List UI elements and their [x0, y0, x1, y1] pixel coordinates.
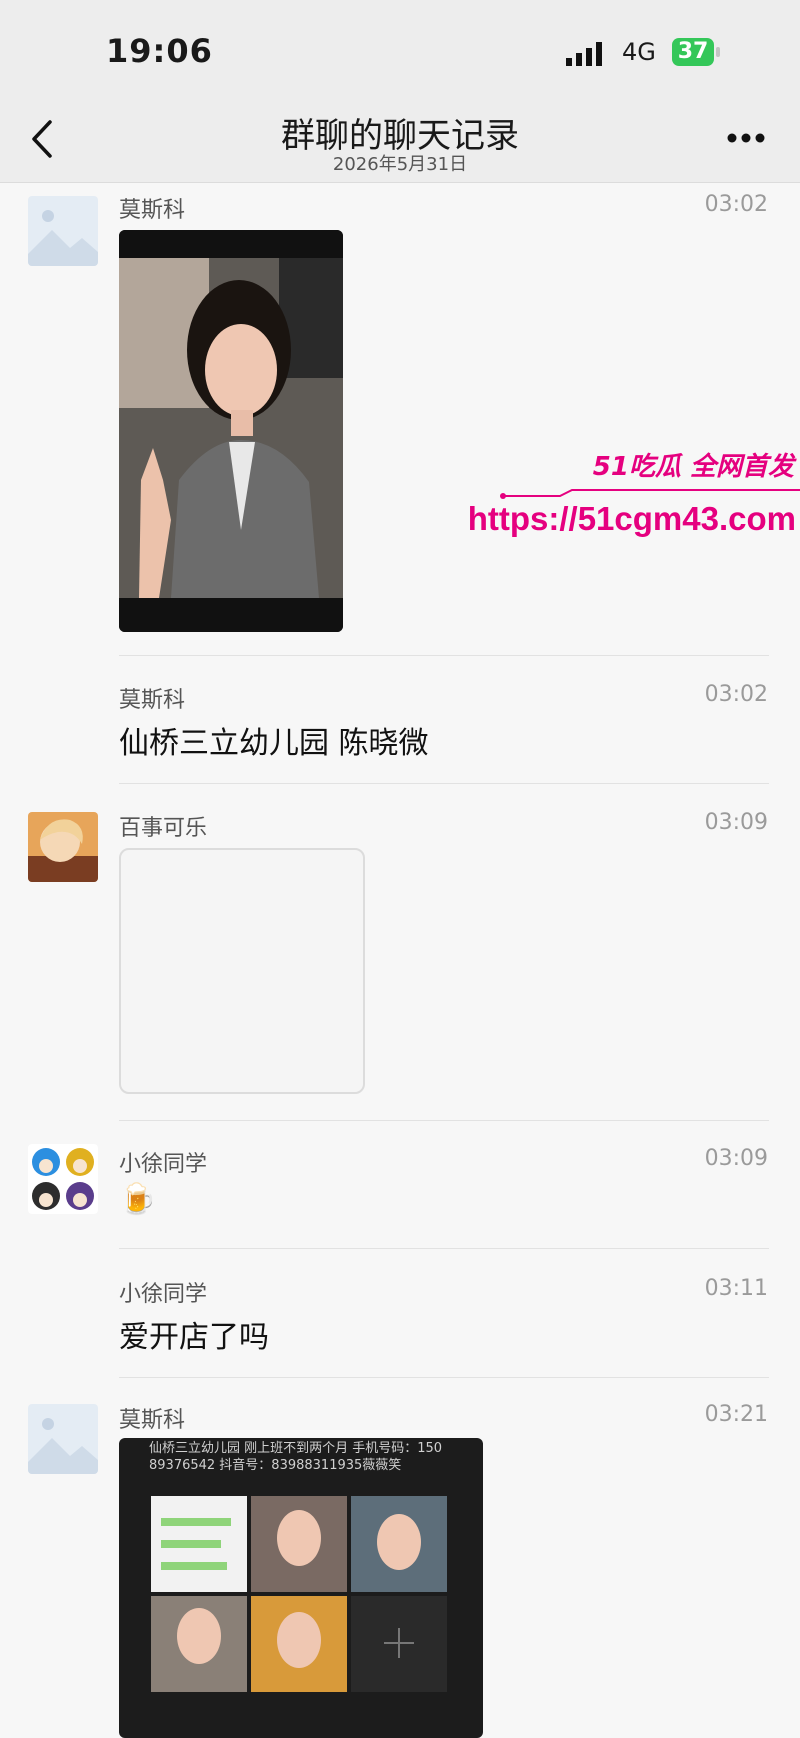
- page-subtitle-date: 2026年5月31日: [332, 154, 468, 175]
- landscape-icon: [28, 1404, 98, 1474]
- signal-icon: [566, 42, 602, 66]
- beer-emoji: 🍺: [119, 1182, 157, 1217]
- message-item[interactable]: 莫斯科 03:21 仙桥三立幼儿园 刚上班不到两个月 手机号码：150 8937…: [0, 1398, 800, 1738]
- message-item[interactable]: 小徐同学 03:11 爱开店了吗: [0, 1270, 800, 1380]
- message-item[interactable]: 百事可乐 03:09: [0, 806, 800, 1122]
- sender-name: 小徐同学: [119, 1152, 208, 1177]
- sender-name: 小徐同学: [119, 1282, 208, 1307]
- divider: [119, 1120, 769, 1121]
- message-text: 爱开店了吗: [119, 1320, 269, 1355]
- image-blank[interactable]: [119, 848, 365, 1094]
- avatar-placeholder[interactable]: [28, 196, 98, 266]
- message-time: 03:09: [704, 1146, 768, 1171]
- collage-caption: 仙桥三立幼儿园 刚上班不到两个月 手机号码：150 89376542 抖音号：8…: [149, 1441, 443, 1473]
- status-bar: 19:06 4G 37: [0, 0, 800, 96]
- cartoon-group-avatar-icon: [28, 1144, 98, 1214]
- battery-cap: [716, 47, 720, 57]
- battery-icon: 37: [672, 38, 714, 66]
- message-text: 仙桥三立幼儿园 陈晓微: [119, 726, 429, 761]
- cartoon-avatar-icon: [28, 812, 98, 882]
- message-time: 03:11: [704, 1276, 768, 1301]
- avatar-placeholder[interactable]: [28, 1404, 98, 1474]
- message-item[interactable]: 小徐同学 03:09 🍺: [0, 1142, 800, 1252]
- divider: [119, 1377, 769, 1378]
- more-icon[interactable]: [726, 132, 766, 144]
- avatar-user[interactable]: [28, 1144, 98, 1214]
- sender-name: 莫斯科: [119, 198, 186, 223]
- battery-level: 37: [677, 39, 709, 64]
- status-time: 19:06: [106, 32, 213, 70]
- avatar-user[interactable]: [28, 812, 98, 882]
- selfie-photo-graphic: [119, 230, 343, 632]
- sender-name: 莫斯科: [119, 688, 186, 713]
- message-time: 03:02: [704, 682, 768, 707]
- message-item[interactable]: 莫斯科 03:02 仙桥三立幼儿园 陈晓微: [0, 676, 800, 786]
- image-selfie-photo[interactable]: [119, 230, 343, 632]
- nav-bar: 群聊的聊天记录 2026年5月31日: [0, 96, 800, 183]
- image-photo-collage[interactable]: 仙桥三立幼儿园 刚上班不到两个月 手机号码：150 89376542 抖音号：8…: [119, 1438, 483, 1738]
- divider: [119, 783, 769, 784]
- network-type: 4G: [622, 38, 656, 66]
- sender-name: 百事可乐: [119, 816, 208, 841]
- divider: [119, 1248, 769, 1249]
- watermark: 51吃瓜 全网首发 https://51cgm43.com: [468, 446, 800, 546]
- sender-name: 莫斯科: [119, 1408, 186, 1433]
- watermark-url: https://51cgm43.com: [467, 500, 796, 537]
- landscape-icon: [28, 196, 98, 266]
- message-time: 03:09: [704, 810, 768, 835]
- message-item[interactable]: 莫斯科 03:02: [0, 186, 800, 656]
- collage-grid-graphic: [151, 1496, 447, 1692]
- message-time: 03:02: [704, 192, 768, 217]
- divider: [119, 655, 769, 656]
- message-time: 03:21: [704, 1402, 768, 1427]
- watermark-brand: 51吃瓜 全网首发: [592, 452, 794, 482]
